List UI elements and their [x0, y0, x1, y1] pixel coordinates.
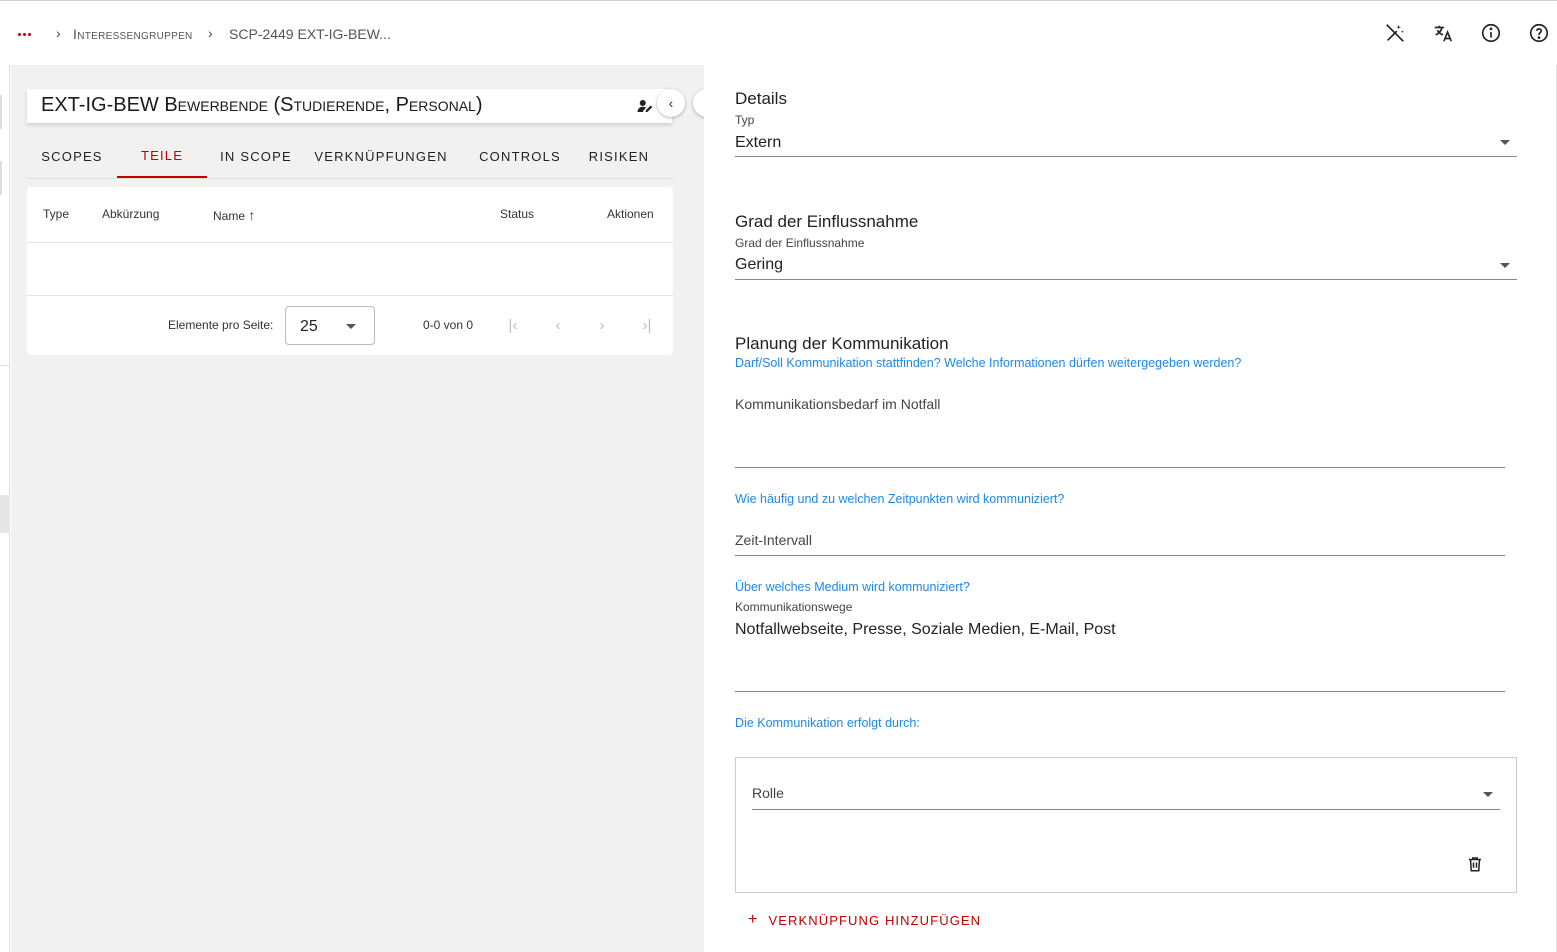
more-menu-icon[interactable] [18, 24, 38, 44]
communication-section-title: Planung der Kommunikation [735, 334, 949, 353]
tab-scopes[interactable]: Scopes [27, 135, 117, 178]
type-select[interactable]: Extern [735, 134, 781, 152]
tab-bar: Scopes Teile In Scope Verknüpfungen Cont… [27, 135, 673, 179]
object-title-card: EXT-IG-BEW Bewerbende (Studierende, Pers… [27, 89, 672, 123]
object-title: EXT-IG-BEW Bewerbende (Studierende, Pers… [41, 94, 483, 116]
top-bar: › Interessengruppen › SCP-2449 EXT-IG-BE… [0, 0, 1557, 65]
field-underline [752, 809, 1500, 810]
influence-select[interactable]: Gering [735, 256, 783, 274]
time-interval-field[interactable]: Zeit-Intervall [735, 532, 812, 548]
last-page-icon[interactable]: ›| [637, 315, 657, 335]
next-page-icon[interactable]: › [592, 315, 612, 335]
field-underline [735, 279, 1517, 280]
field-underline [735, 691, 1505, 692]
emergency-communication-field[interactable]: Kommunikationsbedarf im Notfall [735, 396, 940, 412]
role-link-box: Rolle [735, 757, 1517, 893]
tab-controls[interactable]: Controls [463, 135, 577, 178]
column-header-type[interactable]: Type [43, 207, 69, 221]
navigation-strip [0, 65, 10, 952]
add-link-button[interactable]: + Verknüpfung hinzufügen [748, 911, 981, 929]
tab-risiken[interactable]: Risiken [579, 135, 659, 178]
field-underline [735, 156, 1517, 157]
divider [27, 295, 673, 296]
column-header-abkuerzung[interactable]: Abkürzung [102, 207, 159, 221]
dropdown-arrow-icon [346, 324, 356, 329]
breadcrumb-item-current[interactable]: SCP-2449 EXT-IG-BEW... [229, 26, 391, 42]
wand-off-icon[interactable] [1383, 21, 1407, 45]
chevron-right-icon: › [56, 25, 61, 41]
influence-label: Grad der Einflussnahme [735, 236, 865, 250]
info-icon[interactable] [1479, 21, 1503, 45]
details-section-title: Details [735, 89, 787, 108]
frequency-hint: Wie häufig und zu welchen Zeitpunkten wi… [735, 492, 1065, 506]
chevron-right-icon: › [208, 25, 213, 41]
dropdown-arrow-icon[interactable] [1483, 792, 1493, 797]
previous-page-icon[interactable]: ‹ [548, 315, 568, 335]
items-per-page-value: 25 [300, 318, 318, 335]
channels-label: Kommunikationswege [735, 600, 853, 614]
dropdown-arrow-icon[interactable] [1500, 140, 1510, 145]
influence-section-title: Grad der Einflussnahme [735, 212, 919, 231]
field-underline [735, 555, 1505, 556]
items-per-page-select[interactable]: 25 [285, 306, 375, 345]
tab-teile[interactable]: Teile [117, 135, 207, 178]
help-icon[interactable] [1527, 21, 1551, 45]
edit-person-icon[interactable] [636, 97, 654, 115]
plus-icon: + [748, 911, 759, 928]
add-link-label: Verknüpfung hinzufügen [768, 912, 982, 928]
collapse-left-button[interactable]: ‹ [657, 89, 685, 117]
medium-hint: Über welches Medium wird kommuniziert? [735, 580, 970, 594]
sort-ascending-icon: ↑ [248, 207, 256, 223]
role-select[interactable]: Rolle [752, 785, 784, 801]
object-panel: EXT-IG-BEW Bewerbende (Studierende, Pers… [11, 65, 721, 952]
tab-verknuepfungen[interactable]: Verknüpfungen [312, 135, 450, 178]
parts-table: Type Abkürzung Name ↑ Status Aktionen El… [27, 187, 673, 355]
first-page-icon[interactable]: |‹ [503, 315, 523, 335]
dropdown-arrow-icon[interactable] [1500, 263, 1510, 268]
communication-hint: Darf/Soll Kommunikation stattfinden? Wel… [735, 356, 1242, 370]
breadcrumb-item-interessengruppen[interactable]: Interessengruppen [73, 26, 193, 42]
field-underline [735, 467, 1505, 468]
pagination-range: 0-0 von 0 [423, 318, 474, 332]
items-per-page-label: Elemente pro Seite: [168, 318, 274, 332]
column-header-name[interactable]: Name ↑ [213, 207, 255, 223]
translate-icon[interactable] [1431, 21, 1455, 45]
tab-in-scope[interactable]: In Scope [213, 135, 299, 178]
column-header-aktionen: Aktionen [607, 207, 654, 221]
column-header-status[interactable]: Status [500, 207, 534, 221]
detail-form: Details Typ Extern Grad der Einflussnahm… [704, 65, 1557, 952]
divider [27, 242, 673, 243]
responsible-hint: Die Kommunikation erfolgt durch: [735, 716, 920, 730]
channels-field[interactable]: Notfallwebseite, Presse, Soziale Medien,… [735, 621, 1116, 639]
delete-icon[interactable] [1466, 854, 1484, 874]
type-label: Typ [735, 113, 755, 127]
